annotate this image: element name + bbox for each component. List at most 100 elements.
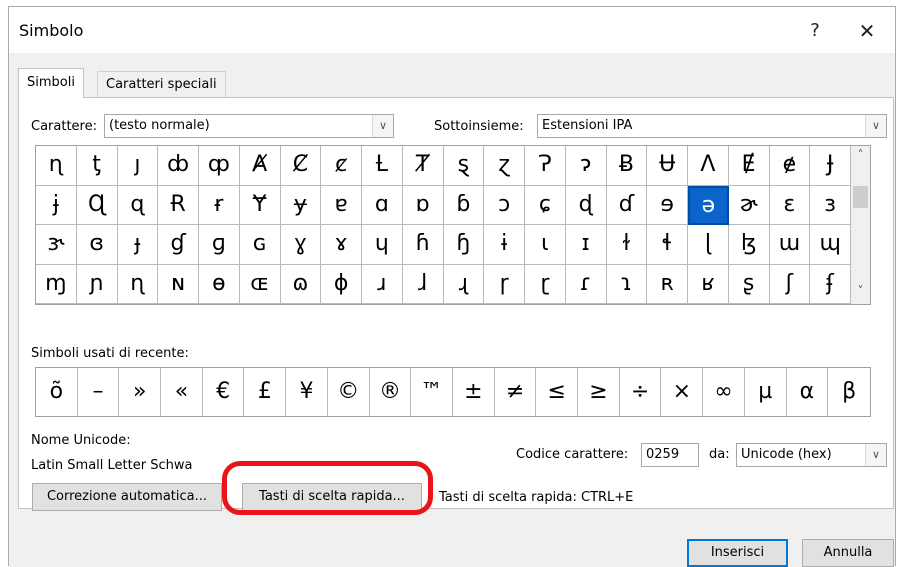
symbol-cell[interactable]: ɟ [117,225,159,265]
symbol-cell[interactable]: ȷ [117,146,159,186]
symbol-cell[interactable]: ɘ [647,185,688,225]
symbol-cell[interactable]: ɒ [402,185,444,225]
symbol-cell[interactable]: ɰ [810,225,851,265]
symbol-cell[interactable]: ɚ [728,185,770,225]
recent-symbol-cell[interactable]: ≠ [495,368,537,416]
symbol-cell[interactable]: ɡ [199,225,240,265]
symbol-cell[interactable]: ʀ [647,264,688,304]
symbol-cell[interactable]: ɀ [484,146,525,186]
recent-symbol-cell[interactable]: ™ [411,368,453,416]
symbol-cell[interactable]: Ⱥ [239,146,281,186]
symbol-cell[interactable]: Ƚ [362,146,403,186]
symbol-cell[interactable]: Ɇ [728,146,770,186]
symbol-cell[interactable]: ɂ [565,146,607,186]
symbol-cell[interactable]: ɉ [36,185,77,225]
symbol-cell[interactable]: Ʌ [688,146,729,186]
tab-simboli[interactable]: Simboli [18,68,84,98]
symbol-cell[interactable]: ɳ [36,146,77,186]
symbol-cell[interactable]: ɭ [688,225,729,265]
symbol-cell[interactable]: ɨ [484,225,525,265]
symbol-cell[interactable]: Ɍ [158,185,199,225]
tab-caratteri-speciali[interactable]: Caratteri speciali [97,71,226,98]
symbol-cell[interactable]: ɝ [36,225,77,265]
symbol-cell[interactable]: Ȼ [280,146,322,186]
symbol-cell[interactable]: ɲ [76,264,118,304]
symbol-cell[interactable]: ɤ [321,225,362,265]
symbol-cell[interactable]: ɪ [565,225,607,265]
symbol-cell[interactable]: Ɉ [810,146,851,186]
symbol-cell[interactable]: ɢ [239,225,281,265]
symbol-cell[interactable]: Ɂ [525,146,566,186]
recent-symbol-cell[interactable]: ® [370,368,412,416]
close-button[interactable]: ✕ [847,13,887,49]
symbol-cell[interactable]: ɫ [606,225,648,265]
symbol-cell[interactable]: ɸ [321,264,362,304]
recent-symbol-cell[interactable]: – [78,368,120,416]
symbol-cell[interactable]: ȿ [443,146,485,186]
recent-symbol-cell[interactable]: ≥ [578,368,620,416]
recent-symbol-cell[interactable]: ÷ [620,368,662,416]
chevron-down-icon[interactable]: ∨ [865,115,886,137]
recent-symbol-cell[interactable]: α [787,368,829,416]
font-select[interactable]: (testo normale) ∨ [104,114,394,138]
symbol-cell[interactable]: ɽ [525,264,566,304]
symbol-cell[interactable]: ɔ [484,185,525,225]
chevron-up-icon[interactable]: ˄ [851,148,870,166]
grid-scrollbar[interactable]: ˄ ˅ [850,146,870,304]
symbol-cell[interactable]: ɧ [443,225,485,265]
symbol-cell[interactable]: ɩ [525,225,566,265]
symbol-cell[interactable]: ƫ [76,146,118,186]
symbol-cell[interactable]: ȼ [321,146,362,186]
symbol-cell[interactable]: ɵ [199,264,240,304]
symbol-cell[interactable]: ʄ [810,264,851,304]
symbol-cell[interactable]: ɬ [647,225,688,265]
recent-symbol-cell[interactable]: µ [745,368,787,416]
symbol-cell[interactable]: ɾ [565,264,607,304]
chevron-down-icon[interactable]: ˅ [851,284,870,302]
chevron-down-icon[interactable]: ∨ [865,444,886,466]
symbol-cell[interactable]: ɗ [606,185,648,225]
recent-symbol-cell[interactable]: × [662,368,704,416]
symbol-cell[interactable]: ɻ [443,264,485,304]
char-code-input[interactable]: 0259 [641,443,699,467]
insert-button[interactable]: Inserisci [687,539,788,567]
symbol-cell[interactable]: ɶ [239,264,281,304]
recent-symbol-cell[interactable]: « [161,368,203,416]
symbol-cell[interactable]: ɋ [117,185,159,225]
symbol-cell[interactable]: ɹ [362,264,403,304]
recent-symbol-cell[interactable]: õ [36,368,78,416]
symbol-cell[interactable]: ɏ [280,185,322,225]
symbol-cell[interactable]: ɮ [728,225,770,265]
recent-symbol-cell[interactable]: ≤ [536,368,579,416]
symbol-cell[interactable]: ɴ [158,264,199,304]
symbol-cell[interactable]: ɕ [525,185,566,225]
symbol-cell[interactable]: ɦ [402,225,444,265]
symbol-cell[interactable]: ɓ [443,185,485,225]
symbol-cell[interactable]: ȹ [199,146,240,186]
recent-symbol-cell[interactable]: ± [453,368,495,416]
recent-symbol-cell[interactable]: £ [245,368,287,416]
symbol-cell[interactable]: ʂ [728,264,770,304]
symbol-cell[interactable]: ɱ [36,264,77,304]
recent-symbol-cell[interactable]: ¥ [286,368,328,416]
recent-symbol-cell[interactable]: ∞ [703,368,745,416]
symbol-cell[interactable]: ɳ [117,264,159,304]
symbol-cell[interactable]: ɍ [199,185,240,225]
symbol-cell[interactable]: ɷ [280,264,322,304]
symbol-cell[interactable]: ə [688,185,729,225]
subset-select[interactable]: Estensioni IPA ∨ [537,114,887,138]
symbol-cell[interactable]: ɯ [769,225,811,265]
recent-symbol-cell[interactable]: β [828,368,870,416]
symbol-cell[interactable]: Ɋ [76,185,118,225]
from-select[interactable]: Unicode (hex) ∨ [736,443,887,467]
symbol-cell[interactable]: ɺ [402,264,444,304]
symbol-cell[interactable]: ʃ [769,264,811,304]
symbol-cell[interactable]: ɐ [321,185,362,225]
cancel-button[interactable]: Annulla [802,539,894,567]
symbol-cell[interactable]: ɥ [362,225,403,265]
chevron-down-icon[interactable]: ∨ [372,115,393,137]
recent-symbol-cell[interactable]: © [328,368,370,416]
help-button[interactable]: ? [795,13,835,49]
symbol-cell[interactable]: ɞ [76,225,118,265]
symbol-cell[interactable]: ʁ [688,264,729,304]
